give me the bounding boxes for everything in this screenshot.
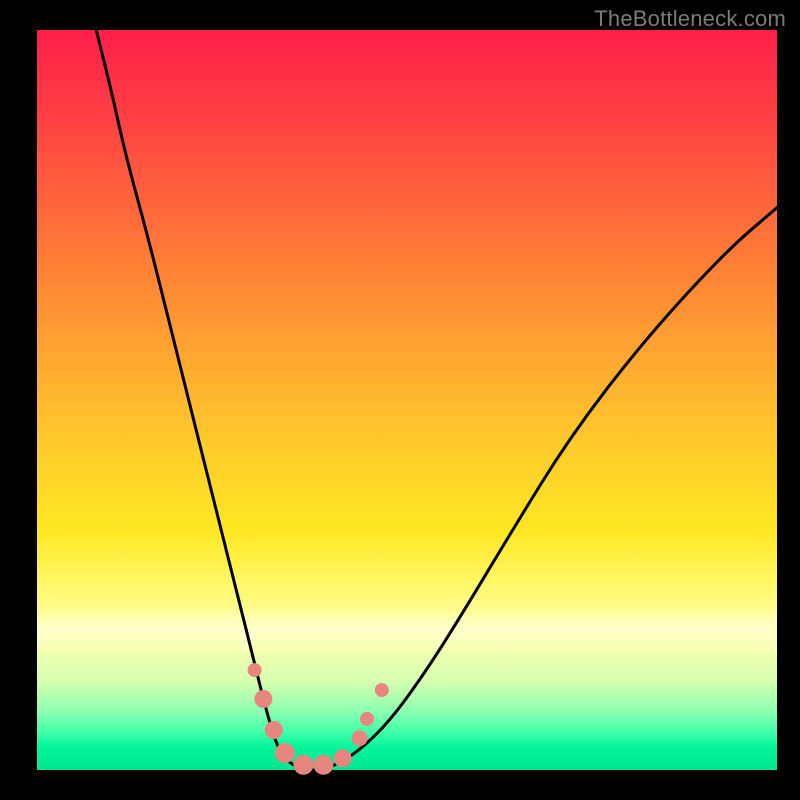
plot-area <box>37 30 777 770</box>
chart-frame: TheBottleneck.com <box>0 0 800 800</box>
data-marker <box>360 712 374 726</box>
data-marker <box>293 755 313 775</box>
curve-svg <box>37 30 777 770</box>
data-marker <box>275 743 295 763</box>
data-marker <box>334 749 352 767</box>
data-marker <box>265 721 283 739</box>
data-marker <box>254 690 272 708</box>
data-marker <box>313 755 333 775</box>
data-marker <box>375 683 389 697</box>
bottleneck-curve <box>96 30 777 770</box>
data-marker <box>352 730 368 746</box>
watermark-text: TheBottleneck.com <box>594 6 786 32</box>
data-marker <box>248 663 262 677</box>
